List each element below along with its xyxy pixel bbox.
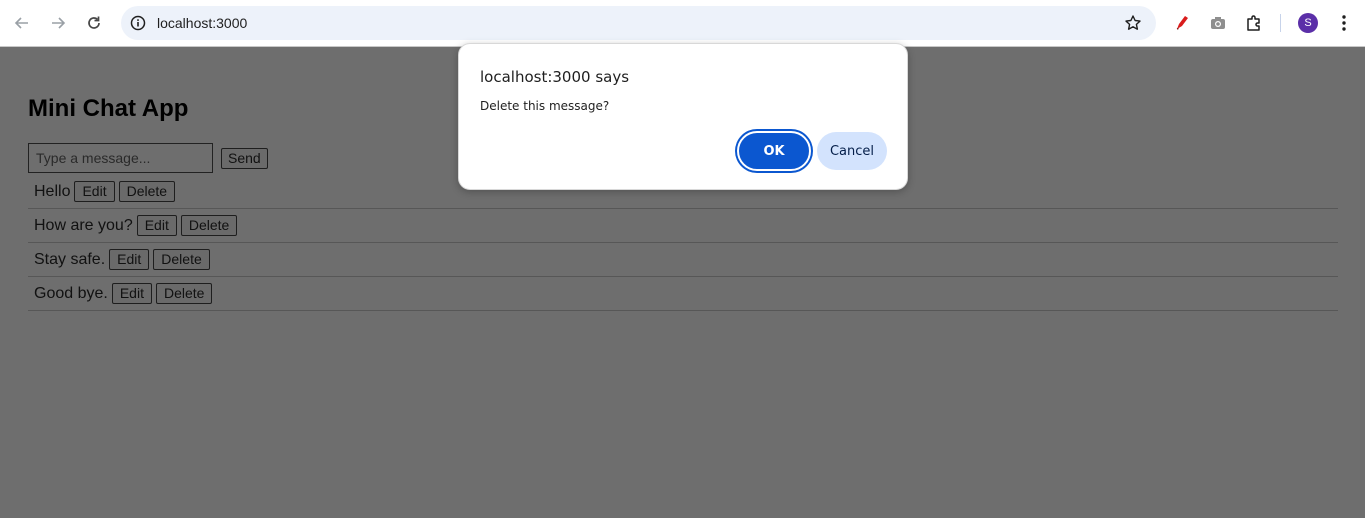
- message-text: Hello: [34, 182, 71, 200]
- send-button[interactable]: Send: [221, 148, 268, 169]
- delete-button[interactable]: Delete: [180, 215, 238, 236]
- ok-button[interactable]: OK: [737, 131, 811, 171]
- message-list: Hello Edit Delete How are you? Edit Dele…: [28, 175, 1338, 311]
- toolbar-separator: [1280, 14, 1281, 32]
- url-text: localhost:3000: [157, 15, 248, 31]
- message-text: How are you?: [34, 216, 133, 234]
- dialog-title: localhost:3000 says: [480, 68, 630, 86]
- page-title: Mini Chat App: [28, 95, 189, 122]
- extensions-puzzle-icon[interactable]: [1242, 11, 1266, 35]
- forward-arrow-icon[interactable]: [46, 11, 70, 35]
- address-bar[interactable]: localhost:3000: [121, 6, 1156, 40]
- cancel-button[interactable]: Cancel: [817, 132, 887, 170]
- back-arrow-icon[interactable]: [10, 11, 34, 35]
- browser-toolbar: localhost:3000 S: [0, 0, 1365, 47]
- confirm-dialog: localhost:3000 says Delete this message?…: [458, 43, 908, 190]
- delete-button[interactable]: Delete: [155, 283, 213, 304]
- list-item: How are you? Edit Delete: [28, 209, 1338, 243]
- edit-button[interactable]: Edit: [74, 181, 115, 202]
- reload-icon[interactable]: [82, 11, 106, 35]
- delete-button[interactable]: Delete: [153, 249, 210, 270]
- site-info-icon[interactable]: [129, 14, 147, 32]
- message-text: Stay safe.: [34, 250, 106, 268]
- more-menu-icon[interactable]: [1332, 11, 1356, 35]
- delete-button[interactable]: Delete: [118, 181, 176, 202]
- edit-button[interactable]: Edit: [109, 249, 150, 270]
- dialog-message: Delete this message?: [480, 99, 610, 113]
- edit-button[interactable]: Edit: [136, 215, 177, 236]
- pen-extension-icon[interactable]: [1170, 11, 1194, 35]
- message-input[interactable]: [28, 143, 213, 173]
- camera-extension-icon[interactable]: [1206, 11, 1230, 35]
- bookmark-star-icon[interactable]: [1124, 14, 1142, 32]
- profile-avatar[interactable]: S: [1298, 13, 1318, 33]
- list-item: Stay safe. Edit Delete: [28, 243, 1338, 277]
- list-item: Good bye. Edit Delete: [28, 277, 1338, 311]
- edit-button[interactable]: Edit: [111, 283, 152, 304]
- message-text: Good bye.: [34, 284, 108, 302]
